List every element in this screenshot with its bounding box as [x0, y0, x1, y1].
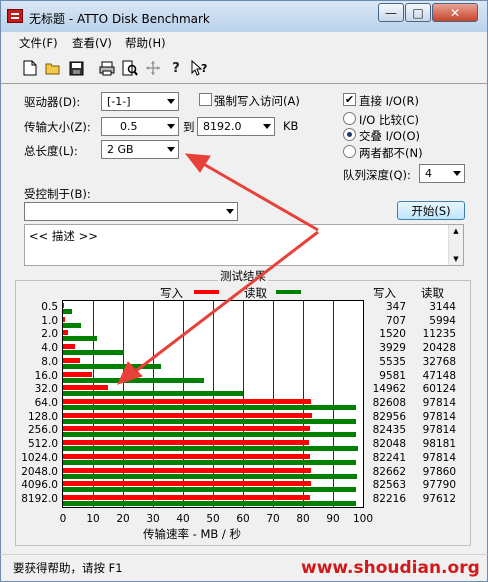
annotation-arrow-upper [199, 160, 319, 232]
status-bar: 要获得帮助，请按 F1 www.shoudian.org [0, 554, 488, 582]
status-text: 要获得帮助，请按 F1 [13, 561, 123, 575]
annotation-arrow-lower [131, 230, 319, 376]
annotation-arrow-upper-head [184, 153, 211, 173]
annotation-arrow-lower-head [117, 361, 143, 385]
watermark: www.shoudian.org [301, 558, 480, 578]
annotation-arrows [117, 153, 319, 385]
